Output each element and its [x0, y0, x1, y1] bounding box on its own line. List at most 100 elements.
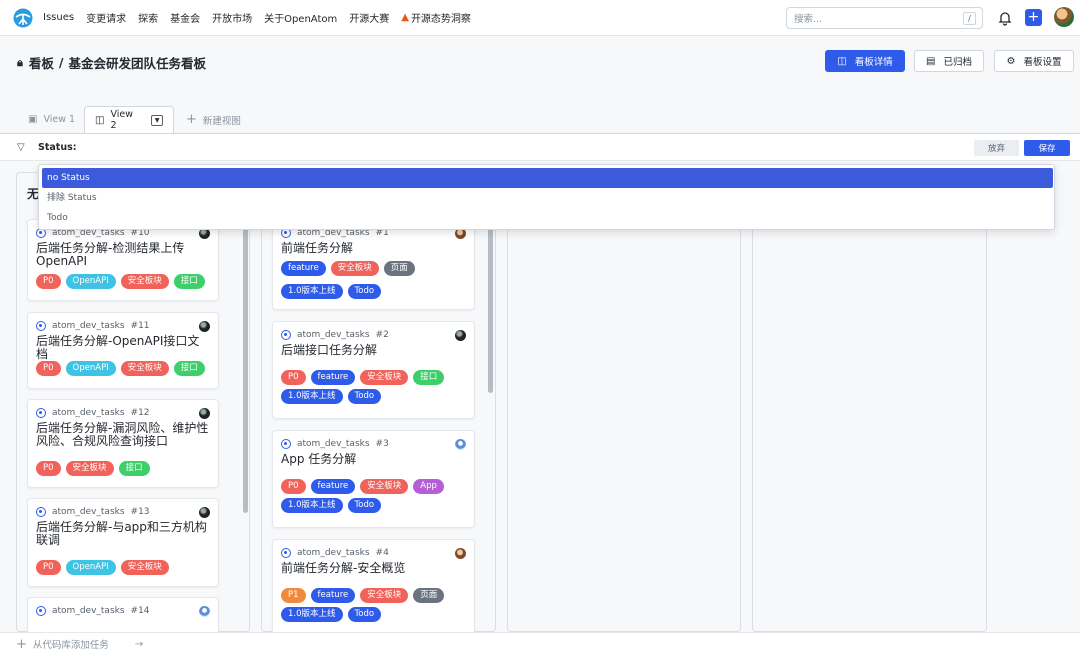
save-button[interactable]: 保存 — [1024, 140, 1070, 156]
card-title[interactable]: 后端任务分解-与app和三方机构联调 — [36, 521, 210, 547]
label-tag[interactable]: 接口 — [413, 370, 445, 385]
label-tag[interactable]: 1.0版本上线 — [281, 284, 343, 299]
issue-card[interactable]: atom_dev_tasks #2 后端接口任务分解 P0 feature 安全… — [272, 321, 475, 419]
nav-explore[interactable]: 探索 — [138, 10, 158, 25]
label-tag[interactable]: 安全板块 — [360, 479, 409, 494]
nav-change-requests[interactable]: 变更请求 — [86, 10, 126, 25]
label-tag[interactable]: Todo — [347, 284, 382, 299]
create-plus-button[interactable]: + — [1025, 9, 1042, 26]
label-tag[interactable]: 接口 — [118, 461, 150, 476]
card-title[interactable]: 后端任务分解-检测结果上传OpenAPI — [36, 242, 210, 268]
label-tag[interactable]: 安全板块 — [120, 560, 169, 575]
column-scrollbar[interactable] — [488, 213, 493, 393]
nav-open-market[interactable]: 开放市场 — [212, 10, 252, 25]
dropdown-option-todo[interactable]: Todo — [42, 208, 1053, 228]
issue-card[interactable]: atom_dev_tasks #10 后端任务分解-检测结果上传OpenAPI … — [27, 219, 219, 301]
label-tag[interactable]: 1.0版本上线 — [281, 607, 343, 622]
label-tag[interactable]: feature — [310, 588, 356, 603]
label-tag[interactable]: P0 — [281, 479, 306, 494]
label-tag[interactable]: P0 — [36, 560, 61, 575]
label-tag[interactable]: OpenAPI — [65, 274, 116, 289]
dropdown-option-no-status[interactable]: no Status — [42, 168, 1053, 188]
column-scrollbar[interactable] — [243, 213, 248, 513]
issue-card[interactable]: atom_dev_tasks #12 后端任务分解-漏洞风险、维护性风险、合规风… — [27, 399, 219, 488]
card-title[interactable]: App 任务分解 — [281, 453, 466, 466]
issue-open-icon — [281, 439, 291, 449]
card-title[interactable]: 后端任务分解-漏洞风险、维护性风险、合规风险查询接口 — [36, 422, 210, 448]
search-input[interactable]: 搜索... / — [786, 7, 983, 29]
openatom-logo[interactable] — [13, 8, 33, 28]
label-tag[interactable]: 安全板块 — [120, 361, 169, 376]
discard-button[interactable]: 放弃 — [974, 140, 1019, 156]
label-tag[interactable]: feature — [310, 479, 356, 494]
issue-card[interactable]: atom_dev_tasks #1 前端任务分解 feature 安全板块 页面… — [272, 219, 475, 310]
issue-card[interactable]: atom_dev_tasks #3 App 任务分解 P0 feature 安全… — [272, 430, 475, 528]
filter-bar: ▽ 放弃 保存 — [0, 133, 1080, 161]
filter-input[interactable] — [38, 138, 638, 157]
assignee-avatar[interactable] — [199, 606, 210, 617]
issue-card[interactable]: atom_dev_tasks #4 前端任务分解-安全概览 P1 feature… — [272, 539, 475, 633]
assignee-avatar[interactable] — [199, 507, 210, 518]
label-tag[interactable]: Todo — [347, 607, 382, 622]
nav-issues[interactable]: Issues — [43, 12, 74, 23]
nav-contest[interactable]: 开源大赛 — [349, 10, 389, 25]
assignee-avatar[interactable] — [455, 330, 466, 341]
issue-open-icon — [36, 606, 46, 616]
label-tag[interactable]: 安全板块 — [330, 261, 379, 276]
label-tag[interactable]: P0 — [36, 274, 61, 289]
card-title[interactable]: 后端接口任务分解 — [281, 344, 466, 357]
label-tag[interactable]: Todo — [347, 389, 382, 404]
label-tag[interactable]: 接口 — [173, 274, 205, 289]
plus-icon: + — [186, 112, 197, 127]
fire-icon: ▲ — [401, 12, 409, 23]
dropdown-option-exclude-status[interactable]: 排除 Status — [42, 188, 1053, 208]
chevron-down-icon[interactable]: ▼ — [151, 114, 163, 126]
assignee-avatar[interactable] — [455, 548, 466, 559]
card-repo: atom_dev_tasks — [297, 439, 370, 449]
tab-view-2[interactable]: ◫ View 2 ▼ — [84, 106, 174, 133]
label-tag[interactable]: 接口 — [173, 361, 205, 376]
label-tag[interactable]: 1.0版本上线 — [281, 498, 343, 513]
nav-about-openatom[interactable]: 关于OpenAtom — [264, 10, 337, 25]
issue-open-icon — [281, 330, 291, 340]
label-tag[interactable]: OpenAPI — [65, 560, 116, 575]
add-from-repo-bar[interactable]: + 从代码库添加任务 → — [0, 632, 1080, 655]
issue-card[interactable]: atom_dev_tasks #11 后端任务分解-OpenAPI接口文档 P0… — [27, 312, 219, 389]
card-tags: P0 feature 安全板块 App 1.0版本上线 Todo — [281, 479, 471, 513]
assignee-avatar[interactable] — [199, 321, 210, 332]
label-tag[interactable]: P0 — [36, 361, 61, 376]
label-tag[interactable]: 1.0版本上线 — [281, 389, 343, 404]
label-tag[interactable]: 安全板块 — [120, 274, 169, 289]
label-tag[interactable]: P1 — [281, 588, 306, 603]
card-title[interactable]: 前端任务分解-安全概览 — [281, 562, 466, 575]
label-tag[interactable]: P0 — [281, 370, 306, 385]
label-tag[interactable]: P0 — [36, 461, 61, 476]
board-details-button[interactable]: ◫ 看板详情 — [825, 50, 905, 72]
tab-view-1[interactable]: ▣ View 1 — [28, 106, 75, 133]
label-tag[interactable]: 安全板块 — [65, 461, 114, 476]
bell-icon[interactable] — [998, 10, 1012, 26]
new-view-tab[interactable]: + 新建视图 — [186, 106, 241, 133]
label-tag[interactable]: feature — [281, 261, 326, 276]
breadcrumb-board[interactable]: 看板 — [29, 53, 54, 72]
label-tag[interactable]: 页面 — [383, 261, 415, 276]
nav-open-source-insight[interactable]: ▲ 开源态势洞察 — [401, 10, 471, 25]
card-title[interactable]: 前端任务分解 — [281, 242, 466, 255]
issue-card[interactable]: atom_dev_tasks #14 — [27, 597, 219, 633]
archived-button[interactable]: ▤ 已归档 — [914, 50, 984, 72]
card-title[interactable]: 后端任务分解-OpenAPI接口文档 — [36, 335, 210, 361]
label-tag[interactable]: App — [413, 479, 444, 494]
label-tag[interactable]: 安全板块 — [360, 588, 409, 603]
assignee-avatar[interactable] — [199, 408, 210, 419]
label-tag[interactable]: Todo — [347, 498, 382, 513]
nav-foundation[interactable]: 基金会 — [170, 10, 200, 25]
label-tag[interactable]: 安全板块 — [360, 370, 409, 385]
card-number: #13 — [130, 507, 150, 517]
issue-card[interactable]: atom_dev_tasks #13 后端任务分解-与app和三方机构联调 P0… — [27, 498, 219, 587]
label-tag[interactable]: OpenAPI — [65, 361, 116, 376]
label-tag[interactable]: 页面 — [413, 588, 445, 603]
user-avatar[interactable] — [1054, 7, 1074, 27]
assignee-avatar[interactable] — [455, 439, 466, 450]
board-settings-button[interactable]: ⚙ 看板设置 — [994, 50, 1074, 72]
label-tag[interactable]: feature — [310, 370, 356, 385]
